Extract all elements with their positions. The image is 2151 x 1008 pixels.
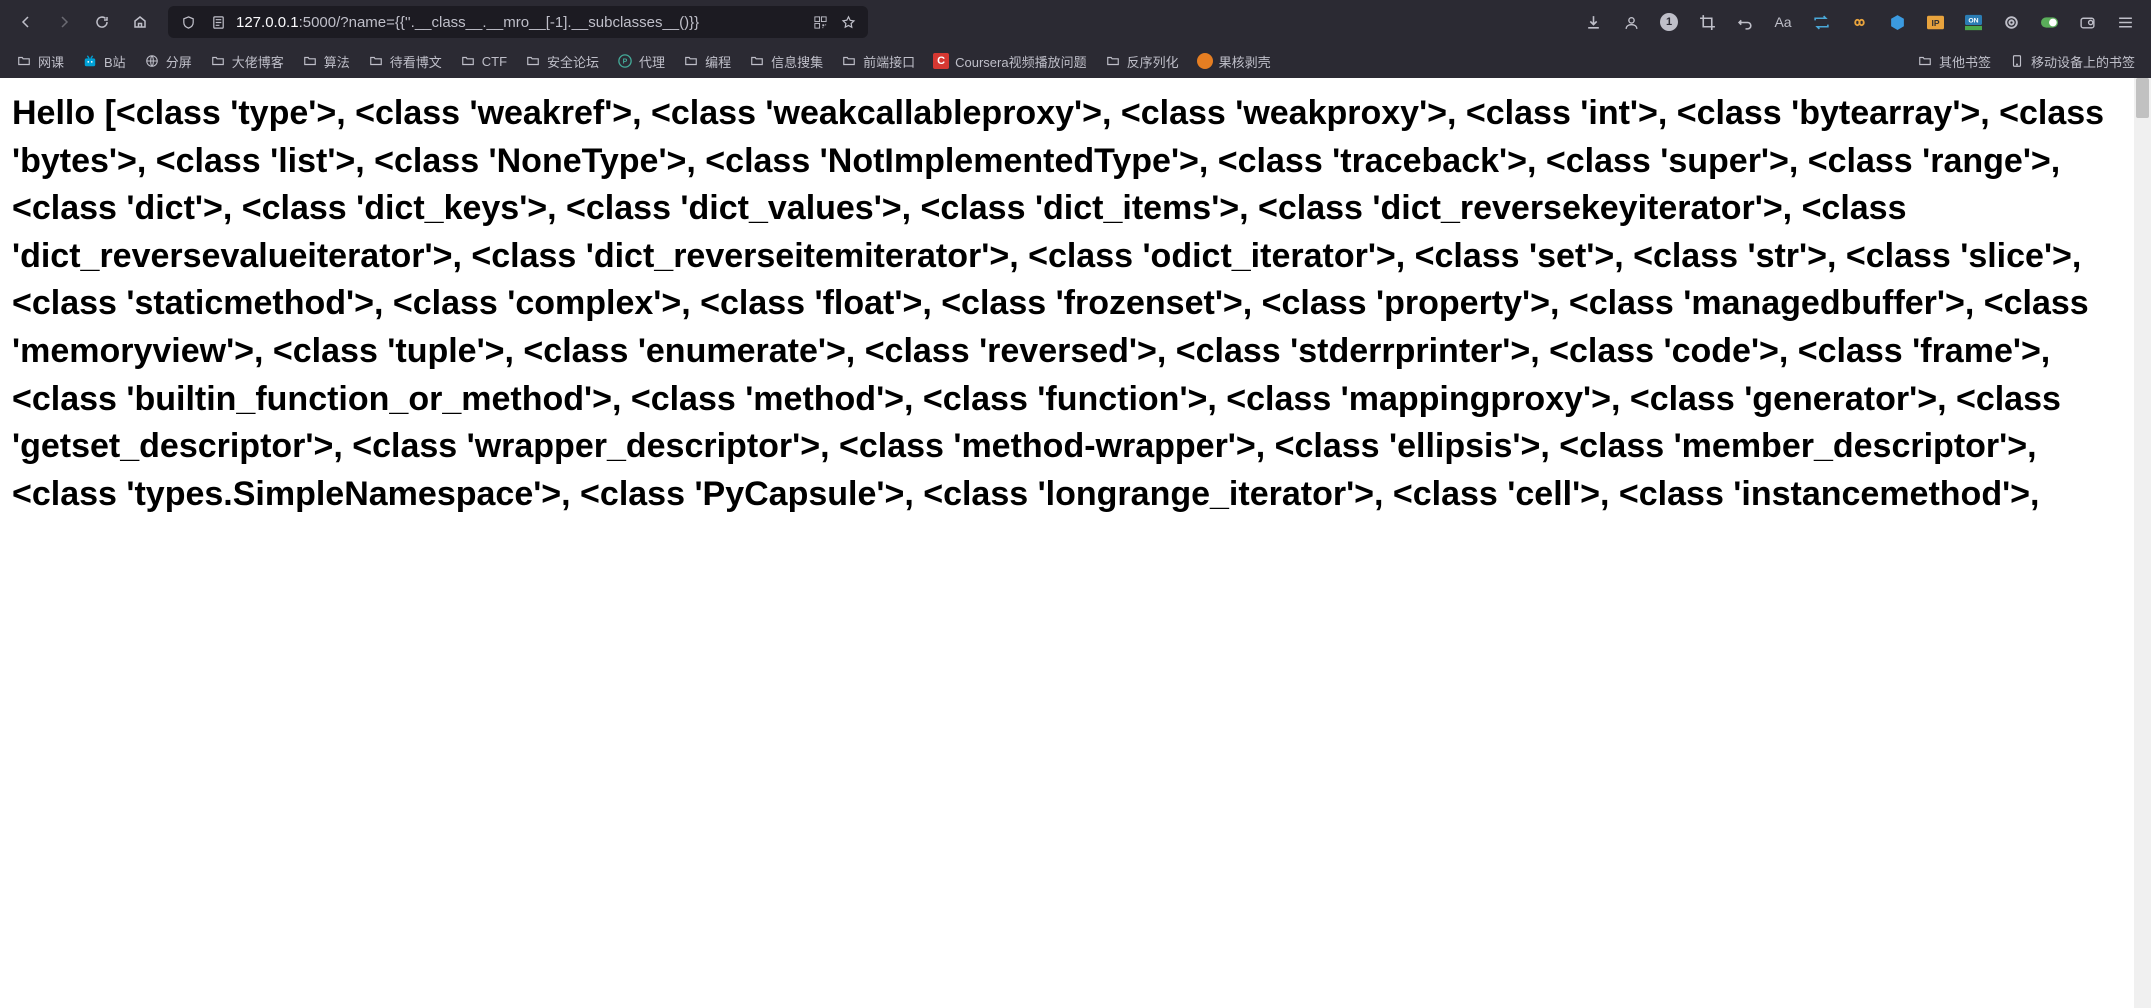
toggle-icon[interactable] (2031, 6, 2067, 38)
folder-icon (1105, 53, 1121, 69)
browser-toolbar: 127.0.0.1:5000/?name={{''.__class__.__mr… (0, 0, 2151, 44)
folder-icon (683, 53, 699, 69)
bookmark-label: Coursera视频播放问题 (955, 52, 1086, 71)
bookmark-item[interactable]: B站 (74, 48, 134, 75)
bookmark-label: 果核剥壳 (1219, 52, 1271, 71)
bookmark-label: 待看博文 (390, 52, 442, 71)
bookmark-label: CTF (482, 54, 507, 69)
globe-icon (144, 53, 160, 69)
bookmark-label: 其他书签 (1939, 52, 1991, 71)
svg-text:P: P (623, 59, 628, 66)
on-icon[interactable]: ON (1955, 6, 1991, 38)
svg-text:ON: ON (1968, 17, 1978, 24)
bookmark-item[interactable]: 分屏 (136, 48, 200, 75)
shield-icon[interactable] (176, 10, 200, 34)
qr-icon[interactable] (808, 10, 832, 34)
scrollbar[interactable] (2134, 78, 2151, 1008)
bookmark-star-icon[interactable] (836, 10, 860, 34)
folder-icon (1917, 53, 1933, 69)
target-icon[interactable] (1993, 6, 2029, 38)
bookmark-item[interactable]: CTF (452, 48, 515, 75)
folder-icon (368, 53, 384, 69)
coursera-icon: C (933, 53, 949, 69)
crop-icon[interactable] (1689, 6, 1725, 38)
scrollbar-thumb[interactable] (2136, 78, 2149, 118)
svg-text:IP: IP (1931, 17, 1939, 27)
bookmark-label: 算法 (324, 52, 350, 71)
orange-icon (1197, 53, 1213, 69)
bookmark-item[interactable]: P 代理 (609, 48, 673, 75)
mobile-icon (2009, 53, 2025, 69)
bookmark-item[interactable]: 果核剥壳 (1189, 48, 1279, 75)
bookmark-label: 代理 (639, 52, 665, 71)
bookmark-label: 大佬博客 (232, 52, 284, 71)
bookmark-label: 分屏 (166, 52, 192, 71)
menu-button[interactable] (2107, 6, 2143, 38)
bookmark-item[interactable]: 安全论坛 (517, 48, 607, 75)
text-size-button[interactable]: Aa (1765, 6, 1801, 38)
bookmark-item[interactable]: 大佬博客 (202, 48, 292, 75)
counter-badge[interactable]: 1 (1651, 6, 1687, 38)
browser-chrome: 127.0.0.1:5000/?name={{''.__class__.__mr… (0, 0, 2151, 78)
folder-icon (302, 53, 318, 69)
page-content: Hello [<class 'type'>, <class 'weakref'>… (0, 78, 2151, 1008)
bookmark-item[interactable]: 移动设备上的书签 (2001, 48, 2143, 75)
bilibili-icon (82, 53, 98, 69)
forward-button[interactable] (46, 6, 82, 38)
account-icon[interactable] (1613, 6, 1649, 38)
infinity-icon[interactable] (1841, 6, 1877, 38)
bookmark-label: 反序列化 (1127, 52, 1179, 71)
folder-icon (525, 53, 541, 69)
ip-icon[interactable]: IP (1917, 6, 1953, 38)
bookmark-label: 编程 (705, 52, 731, 71)
bookmark-label: 信息搜集 (771, 52, 823, 71)
bookmark-label: 网课 (38, 52, 64, 71)
bookmark-item[interactable]: 反序列化 (1097, 48, 1187, 75)
bookmark-item[interactable]: 网课 (8, 48, 72, 75)
folder-icon (210, 53, 226, 69)
folder-icon (749, 53, 765, 69)
folder-icon (16, 53, 32, 69)
bookmark-item[interactable]: 算法 (294, 48, 358, 75)
bookmark-item[interactable]: C Coursera视频播放问题 (925, 48, 1094, 75)
bookmark-item[interactable]: 其他书签 (1909, 48, 1999, 75)
loop-icon[interactable] (1803, 6, 1839, 38)
page-icon (206, 10, 230, 34)
home-button[interactable] (122, 6, 158, 38)
proxy-icon: P (617, 53, 633, 69)
bookmark-label: 移动设备上的书签 (2031, 52, 2135, 71)
bookmark-item[interactable]: 待看博文 (360, 48, 450, 75)
folder-icon (841, 53, 857, 69)
undo-icon[interactable] (1727, 6, 1763, 38)
toolbar-right: 1 Aa IP ON (1575, 6, 2143, 38)
hexagon-icon[interactable] (1879, 6, 1915, 38)
bookmarks-bar: 网课 B站 分屏 大佬博客 算法 待看博文 CTF 安全论坛 P 代理 编程 信息搜集 前端接口 C Cou… (0, 44, 2151, 78)
screenshot-icon[interactable] (2069, 6, 2105, 38)
bookmark-item[interactable]: 前端接口 (833, 48, 923, 75)
bookmark-item[interactable]: 编程 (675, 48, 739, 75)
bookmark-item[interactable]: 信息搜集 (741, 48, 831, 75)
bookmark-label: 安全论坛 (547, 52, 599, 71)
url-text: 127.0.0.1:5000/?name={{''.__class__.__mr… (236, 14, 802, 31)
url-bar[interactable]: 127.0.0.1:5000/?name={{''.__class__.__mr… (168, 6, 868, 38)
back-button[interactable] (8, 6, 44, 38)
folder-icon (460, 53, 476, 69)
downloads-icon[interactable] (1575, 6, 1611, 38)
reload-button[interactable] (84, 6, 120, 38)
bookmark-label: B站 (104, 52, 126, 71)
bookmark-label: 前端接口 (863, 52, 915, 71)
